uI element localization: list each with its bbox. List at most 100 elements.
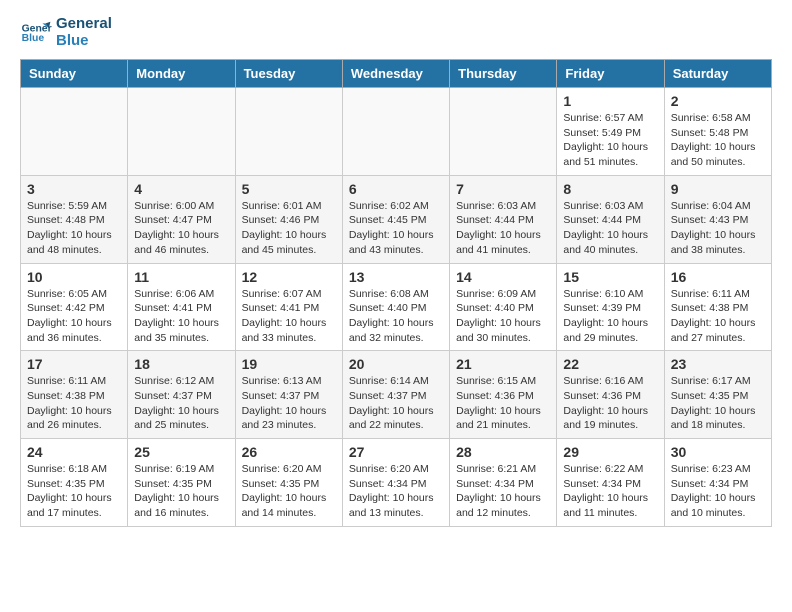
calendar-cell xyxy=(235,88,342,176)
page-container: General Blue General Blue SundayMondayTu… xyxy=(0,0,792,543)
calendar-cell: 14 Sunrise: 6:09 AM Sunset: 4:40 PM Dayli… xyxy=(450,263,557,351)
calendar-cell: 18 Sunrise: 6:12 AM Sunset: 4:37 PM Dayli… xyxy=(128,351,235,439)
logo-blue: Blue xyxy=(56,33,112,50)
calendar-cell: 23 Sunrise: 6:17 AM Sunset: 4:35 PM Dayli… xyxy=(664,351,771,439)
day-number: 19 xyxy=(242,356,336,372)
calendar-cell: 25Sunrise: 6:19 AM Sunset: 4:35 PM Dayli… xyxy=(128,439,235,527)
day-number: 1 xyxy=(563,93,657,109)
weekday-header-row: SundayMondayTuesdayWednesdayThursdayFrid… xyxy=(21,60,772,88)
header: General Blue General Blue xyxy=(20,16,772,49)
weekday-friday: Friday xyxy=(557,60,664,88)
calendar-cell: 3 Sunrise: 5:59 AM Sunset: 4:48 PM Daylig… xyxy=(21,175,128,263)
day-number: 26 xyxy=(242,444,336,460)
calendar-cell: 27 Sunrise: 6:20 AM Sunset: 4:34 PM Dayli… xyxy=(342,439,449,527)
day-number: 10 xyxy=(27,269,121,285)
day-info: Sunrise: 6:03 AM Sunset: 4:44 PM Dayligh… xyxy=(456,199,550,258)
calendar-cell xyxy=(128,88,235,176)
day-number: 12 xyxy=(242,269,336,285)
day-number: 2 xyxy=(671,93,765,109)
calendar-cell xyxy=(450,88,557,176)
day-info: Sunrise: 6:20 AM Sunset: 4:35 PM Dayligh… xyxy=(242,462,336,521)
calendar-cell: 7 Sunrise: 6:03 AM Sunset: 4:44 PM Daylig… xyxy=(450,175,557,263)
calendar-cell: 28 Sunrise: 6:21 AM Sunset: 4:34 PM Dayli… xyxy=(450,439,557,527)
day-info: Sunrise: 5:59 AM Sunset: 4:48 PM Dayligh… xyxy=(27,199,121,258)
day-info: Sunrise: 6:13 AM Sunset: 4:37 PM Dayligh… xyxy=(242,374,336,433)
day-number: 21 xyxy=(456,356,550,372)
calendar-cell: 26 Sunrise: 6:20 AM Sunset: 4:35 PM Dayli… xyxy=(235,439,342,527)
day-number: 9 xyxy=(671,181,765,197)
day-info: Sunrise: 6:16 AM Sunset: 4:36 PM Dayligh… xyxy=(563,374,657,433)
day-info: Sunrise: 6:58 AM Sunset: 5:48 PM Dayligh… xyxy=(671,111,765,170)
calendar-cell: 29 Sunrise: 6:22 AM Sunset: 4:34 PM Dayli… xyxy=(557,439,664,527)
day-info: Sunrise: 6:09 AM Sunset: 4:40 PM Dayligh… xyxy=(456,287,550,346)
day-info: Sunrise: 6:07 AM Sunset: 4:41 PM Dayligh… xyxy=(242,287,336,346)
svg-text:Blue: Blue xyxy=(22,33,45,44)
weekday-saturday: Saturday xyxy=(664,60,771,88)
day-number: 29 xyxy=(563,444,657,460)
day-number: 7 xyxy=(456,181,550,197)
week-row-0: 1 Sunrise: 6:57 AM Sunset: 5:49 PM Daylig… xyxy=(21,88,772,176)
day-number: 27 xyxy=(349,444,443,460)
calendar-cell: 8Sunrise: 6:03 AM Sunset: 4:44 PM Daylig… xyxy=(557,175,664,263)
logo-general: General xyxy=(56,16,112,33)
weekday-thursday: Thursday xyxy=(450,60,557,88)
day-number: 3 xyxy=(27,181,121,197)
day-number: 11 xyxy=(134,269,228,285)
calendar-cell: 15Sunrise: 6:10 AM Sunset: 4:39 PM Dayli… xyxy=(557,263,664,351)
day-info: Sunrise: 6:04 AM Sunset: 4:43 PM Dayligh… xyxy=(671,199,765,258)
weekday-wednesday: Wednesday xyxy=(342,60,449,88)
day-info: Sunrise: 6:11 AM Sunset: 4:38 PM Dayligh… xyxy=(671,287,765,346)
day-number: 30 xyxy=(671,444,765,460)
day-info: Sunrise: 6:20 AM Sunset: 4:34 PM Dayligh… xyxy=(349,462,443,521)
day-info: Sunrise: 6:11 AM Sunset: 4:38 PM Dayligh… xyxy=(27,374,121,433)
logo-icon: General Blue xyxy=(20,17,52,49)
day-info: Sunrise: 6:22 AM Sunset: 4:34 PM Dayligh… xyxy=(563,462,657,521)
logo: General Blue General Blue xyxy=(20,16,112,49)
day-info: Sunrise: 6:17 AM Sunset: 4:35 PM Dayligh… xyxy=(671,374,765,433)
calendar-cell: 21 Sunrise: 6:15 AM Sunset: 4:36 PM Dayli… xyxy=(450,351,557,439)
day-number: 13 xyxy=(349,269,443,285)
calendar-cell: 22 Sunrise: 6:16 AM Sunset: 4:36 PM Dayli… xyxy=(557,351,664,439)
day-number: 28 xyxy=(456,444,550,460)
calendar-cell: 6 Sunrise: 6:02 AM Sunset: 4:45 PM Daylig… xyxy=(342,175,449,263)
calendar-cell: 1 Sunrise: 6:57 AM Sunset: 5:49 PM Daylig… xyxy=(557,88,664,176)
day-info: Sunrise: 6:05 AM Sunset: 4:42 PM Dayligh… xyxy=(27,287,121,346)
day-number: 17 xyxy=(27,356,121,372)
day-number: 16 xyxy=(671,269,765,285)
day-info: Sunrise: 6:18 AM Sunset: 4:35 PM Dayligh… xyxy=(27,462,121,521)
day-info: Sunrise: 6:14 AM Sunset: 4:37 PM Dayligh… xyxy=(349,374,443,433)
calendar-cell: 30 Sunrise: 6:23 AM Sunset: 4:34 PM Dayli… xyxy=(664,439,771,527)
day-number: 18 xyxy=(134,356,228,372)
day-info: Sunrise: 6:03 AM Sunset: 4:44 PM Dayligh… xyxy=(563,199,657,258)
calendar-cell: 9 Sunrise: 6:04 AM Sunset: 4:43 PM Daylig… xyxy=(664,175,771,263)
calendar-cell: 12 Sunrise: 6:07 AM Sunset: 4:41 PM Dayli… xyxy=(235,263,342,351)
day-info: Sunrise: 6:02 AM Sunset: 4:45 PM Dayligh… xyxy=(349,199,443,258)
day-number: 4 xyxy=(134,181,228,197)
calendar-cell: 13 Sunrise: 6:08 AM Sunset: 4:40 PM Dayli… xyxy=(342,263,449,351)
day-info: Sunrise: 6:21 AM Sunset: 4:34 PM Dayligh… xyxy=(456,462,550,521)
weekday-sunday: Sunday xyxy=(21,60,128,88)
day-info: Sunrise: 6:08 AM Sunset: 4:40 PM Dayligh… xyxy=(349,287,443,346)
day-number: 6 xyxy=(349,181,443,197)
week-row-4: 24Sunrise: 6:18 AM Sunset: 4:35 PM Dayli… xyxy=(21,439,772,527)
day-number: 5 xyxy=(242,181,336,197)
calendar-cell: 4Sunrise: 6:00 AM Sunset: 4:47 PM Daylig… xyxy=(128,175,235,263)
day-info: Sunrise: 6:57 AM Sunset: 5:49 PM Dayligh… xyxy=(563,111,657,170)
day-info: Sunrise: 6:12 AM Sunset: 4:37 PM Dayligh… xyxy=(134,374,228,433)
calendar-cell: 2 Sunrise: 6:58 AM Sunset: 5:48 PM Daylig… xyxy=(664,88,771,176)
day-number: 22 xyxy=(563,356,657,372)
weekday-monday: Monday xyxy=(128,60,235,88)
day-number: 25 xyxy=(134,444,228,460)
week-row-3: 17 Sunrise: 6:11 AM Sunset: 4:38 PM Dayli… xyxy=(21,351,772,439)
day-info: Sunrise: 6:15 AM Sunset: 4:36 PM Dayligh… xyxy=(456,374,550,433)
calendar-cell: 20Sunrise: 6:14 AM Sunset: 4:37 PM Dayli… xyxy=(342,351,449,439)
calendar-cell: 10 Sunrise: 6:05 AM Sunset: 4:42 PM Dayli… xyxy=(21,263,128,351)
day-info: Sunrise: 6:23 AM Sunset: 4:34 PM Dayligh… xyxy=(671,462,765,521)
day-number: 14 xyxy=(456,269,550,285)
day-number: 23 xyxy=(671,356,765,372)
calendar-cell xyxy=(21,88,128,176)
calendar-cell: 5 Sunrise: 6:01 AM Sunset: 4:46 PM Daylig… xyxy=(235,175,342,263)
day-number: 15 xyxy=(563,269,657,285)
day-info: Sunrise: 6:01 AM Sunset: 4:46 PM Dayligh… xyxy=(242,199,336,258)
calendar-cell: 24Sunrise: 6:18 AM Sunset: 4:35 PM Dayli… xyxy=(21,439,128,527)
